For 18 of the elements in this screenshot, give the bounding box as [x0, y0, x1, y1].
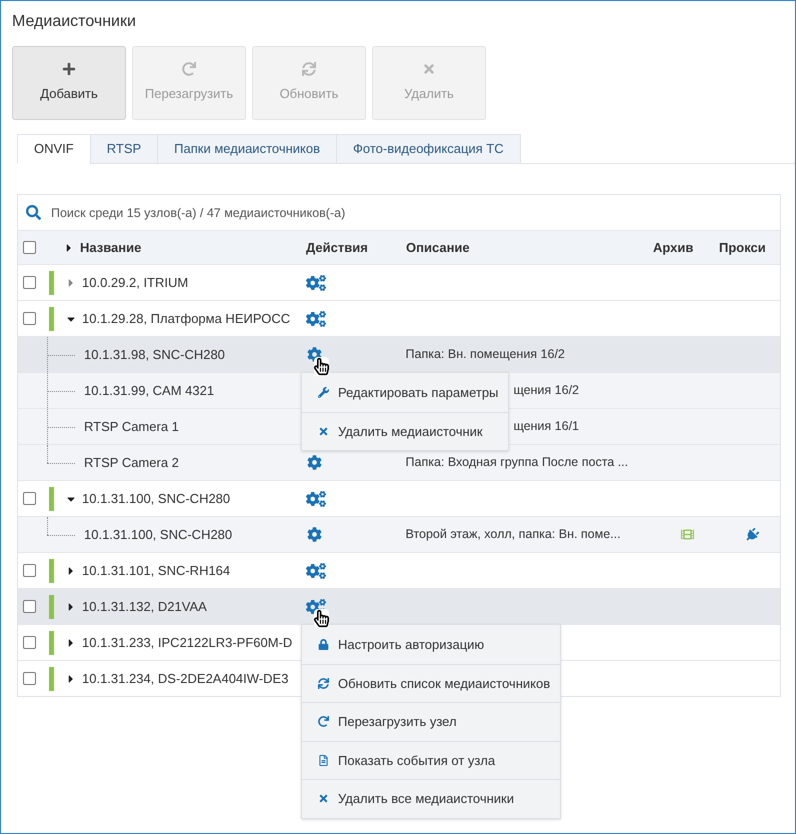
node-name: 10.1.31.234, DS-2DE2A404IW-DE3: [82, 670, 288, 688]
description-text: Папка: Вн. помещения 16/2: [406, 346, 565, 364]
source-name: RTSP Camera 1: [84, 418, 179, 436]
node-name: 10.1.31.233, IPC2122LR3-PF60M-D: [82, 634, 292, 652]
description-text: Папка: Входная группа После поста ...: [406, 454, 628, 472]
description-text: Второй этаж, холл, папка: Вн. поме...: [406, 526, 621, 544]
node-name: 10.1.29.28, Платформа НЕИРОСС: [82, 310, 290, 328]
source-name: 10.1.31.100, SNC-CH280: [84, 526, 232, 544]
description-text: щения 16/1: [513, 418, 579, 436]
node-name: 10.1.31.132, D21VAA: [82, 598, 207, 616]
node-name: 10.1.31.100, SNC-CH280: [82, 490, 230, 508]
description-text: щения 16/2: [513, 382, 579, 400]
window-title: Медиаисточники: [12, 12, 136, 32]
node-name: 10.1.31.101, SNC-RH164: [82, 562, 230, 580]
source-name: 10.1.31.99, CAM 4321: [84, 382, 214, 400]
node-name: 10.0.29.2, ITRIUM: [82, 274, 188, 292]
source-name: 10.1.31.98, SNC-CH280: [84, 346, 225, 364]
source-name: RTSP Camera 2: [84, 454, 179, 472]
